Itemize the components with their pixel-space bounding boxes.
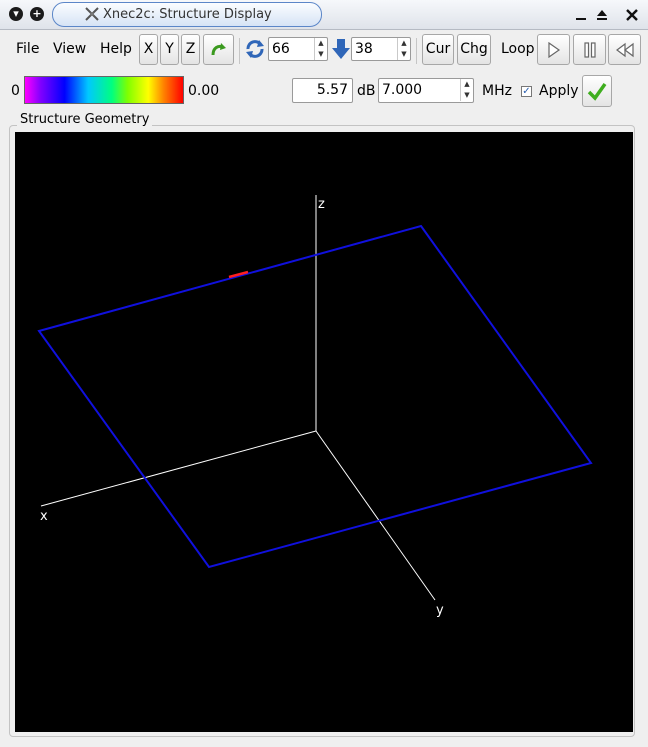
window-title: Xnec2c: Structure Display <box>103 7 272 22</box>
scale-max-label: 0.00 <box>188 83 220 99</box>
toolbar-separator <box>239 38 240 64</box>
charges-label: Chg <box>460 41 488 57</box>
maximize-icon[interactable] <box>595 8 609 22</box>
menu-view[interactable]: View <box>53 41 86 57</box>
view-z-button[interactable]: Z <box>181 34 200 65</box>
y-axis-label: y <box>436 603 444 618</box>
title-bar: ▾ + Xnec2c: Structure Display <box>0 0 648 30</box>
rotate-spin-arrows[interactable]: ▲ ▼ <box>314 38 327 60</box>
toolbar-separator <box>416 38 417 64</box>
menu-file-label: File <box>16 41 40 57</box>
window-pin-glyph: + <box>32 7 42 20</box>
close-icon[interactable] <box>625 8 639 22</box>
menu-view-label: View <box>53 41 87 57</box>
x-axis-line <box>40 430 317 507</box>
currents-button[interactable]: Cur <box>422 34 454 65</box>
apply-label: Apply <box>539 83 579 99</box>
minimize-icon[interactable] <box>574 8 588 22</box>
checkmark-icon <box>587 82 607 101</box>
color-scale-bar <box>24 76 184 104</box>
app-icon <box>85 7 99 21</box>
rotate-value: 66 <box>272 41 290 57</box>
view-x-button[interactable]: X <box>139 34 158 65</box>
frequency-spin-arrows[interactable]: ▲ ▼ <box>460 79 473 101</box>
frequency-value: 7.000 <box>382 82 423 98</box>
incline-down-arrow-icon <box>332 39 350 59</box>
structure-geometry-title: Structure Geometry <box>17 112 153 127</box>
z-axis-label: z <box>318 197 325 212</box>
view-x-label: X <box>143 41 154 57</box>
apply-frequency-button[interactable] <box>582 75 612 107</box>
scale-min-label: 0 <box>11 83 20 99</box>
menu-help[interactable]: Help <box>100 41 132 57</box>
apply-checkbox[interactable]: ✓ <box>521 86 532 97</box>
window-title-pill[interactable]: Xnec2c: Structure Display <box>52 2 322 27</box>
gain-field: 5.57 <box>292 78 353 103</box>
structure-drawing-area[interactable]: z x y <box>15 132 633 732</box>
x-axis-label: x <box>40 509 48 524</box>
incline-spinbox[interactable]: 38 ▲ ▼ <box>351 37 411 61</box>
loop-label-text: Loop <box>501 41 535 57</box>
incline-spin-arrows[interactable]: ▲ ▼ <box>397 38 410 60</box>
rotate-icon <box>246 40 264 58</box>
view-y-label: Y <box>165 41 174 57</box>
rewind-icon <box>615 42 634 58</box>
loop-start-button[interactable] <box>537 34 570 65</box>
pause-icon <box>583 42 596 58</box>
structure-plot: z x y <box>37 195 593 618</box>
redo-arrow-icon <box>211 43 226 56</box>
menu-file[interactable]: File <box>16 41 39 57</box>
redo-view-button[interactable] <box>203 34 234 65</box>
loop-pause-button[interactable] <box>573 34 606 65</box>
view-y-button[interactable]: Y <box>160 34 179 65</box>
gain-unit-label: dB <box>357 83 376 99</box>
currents-label: Cur <box>425 41 451 57</box>
view-z-label: Z <box>185 41 196 57</box>
play-icon <box>547 41 560 59</box>
loop-wire <box>37 224 593 569</box>
charges-button[interactable]: Chg <box>457 34 491 65</box>
window-menu-icon[interactable]: ▾ <box>9 7 23 21</box>
frequency-spinbox[interactable]: 7.000 ▲ ▼ <box>378 78 474 103</box>
y-axis-line <box>315 430 436 601</box>
loop-label: Loop <box>501 41 535 57</box>
gain-value: 5.57 <box>316 82 348 98</box>
window-pin-icon[interactable]: + <box>30 7 44 21</box>
loop-reset-button[interactable] <box>608 34 641 65</box>
window-menu-glyph: ▾ <box>13 7 19 20</box>
incline-value: 38 <box>355 41 373 57</box>
rotate-spinbox[interactable]: 66 ▲ ▼ <box>268 37 328 61</box>
frequency-unit-label: MHz <box>482 83 512 99</box>
menu-help-label: Help <box>100 41 132 57</box>
